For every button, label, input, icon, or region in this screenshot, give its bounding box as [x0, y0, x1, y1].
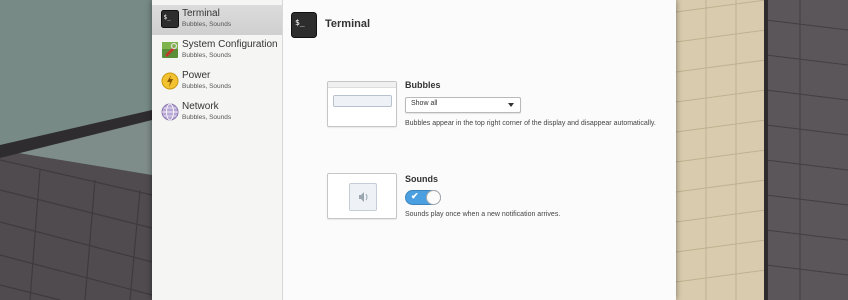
- sidebar-item-title: Network: [182, 101, 219, 112]
- network-icon: [161, 103, 179, 121]
- svg-text:$_: $_: [295, 18, 305, 27]
- app-sidebar: $_ Terminal Bubbles, Sounds System Confi…: [152, 0, 283, 300]
- bubbles-title: Bubbles: [405, 80, 441, 90]
- sounds-title: Sounds: [405, 174, 438, 184]
- bubbles-preview: [327, 81, 397, 127]
- sounds-toggle[interactable]: ✔: [405, 190, 441, 205]
- sidebar-item-network[interactable]: Network Bubbles, Sounds: [152, 98, 282, 128]
- sidebar-item-subtitle: Bubbles, Sounds: [182, 83, 232, 90]
- power-icon: [161, 72, 179, 90]
- sidebar-item-power[interactable]: Power Bubbles, Sounds: [152, 67, 282, 97]
- sidebar-item-title: Terminal: [182, 8, 220, 19]
- sounds-description: Sounds play once when a new notification…: [405, 211, 561, 218]
- sounds-preview: [327, 173, 397, 219]
- system-configuration-icon: [162, 42, 178, 58]
- checkmark-icon: ✔: [411, 191, 419, 201]
- toggle-knob: [426, 190, 441, 205]
- bubbles-description: Bubbles appear in the top right corner o…: [405, 120, 656, 127]
- page-title: Terminal: [325, 18, 371, 30]
- sidebar-item-subtitle: Bubbles, Sounds: [182, 21, 232, 28]
- sidebar-item-title: Power: [182, 70, 211, 81]
- bubbles-dropdown[interactable]: Show all: [405, 97, 521, 113]
- svg-text:$_: $_: [164, 14, 172, 21]
- notifications-settings-window: $_ Terminal Bubbles, Sounds System Confi…: [152, 0, 676, 300]
- sidebar-item-subtitle: Bubbles, Sounds: [182, 52, 232, 59]
- sidebar-item-terminal[interactable]: $_ Terminal Bubbles, Sounds: [152, 5, 282, 35]
- speaker-icon: [359, 192, 368, 202]
- settings-content: $_ Terminal Bubbles Show all Bubbles app…: [283, 0, 676, 300]
- sidebar-item-subtitle: Bubbles, Sounds: [182, 114, 232, 121]
- terminal-icon: $_: [161, 10, 179, 28]
- sidebar-item-system-configuration[interactable]: System Configuration Bubbles, Sounds: [152, 36, 282, 66]
- sidebar-item-title: System Configuration: [182, 39, 278, 50]
- chevron-down-icon: [508, 103, 514, 107]
- terminal-icon: $_: [291, 12, 317, 38]
- dropdown-value: Show all: [411, 100, 438, 107]
